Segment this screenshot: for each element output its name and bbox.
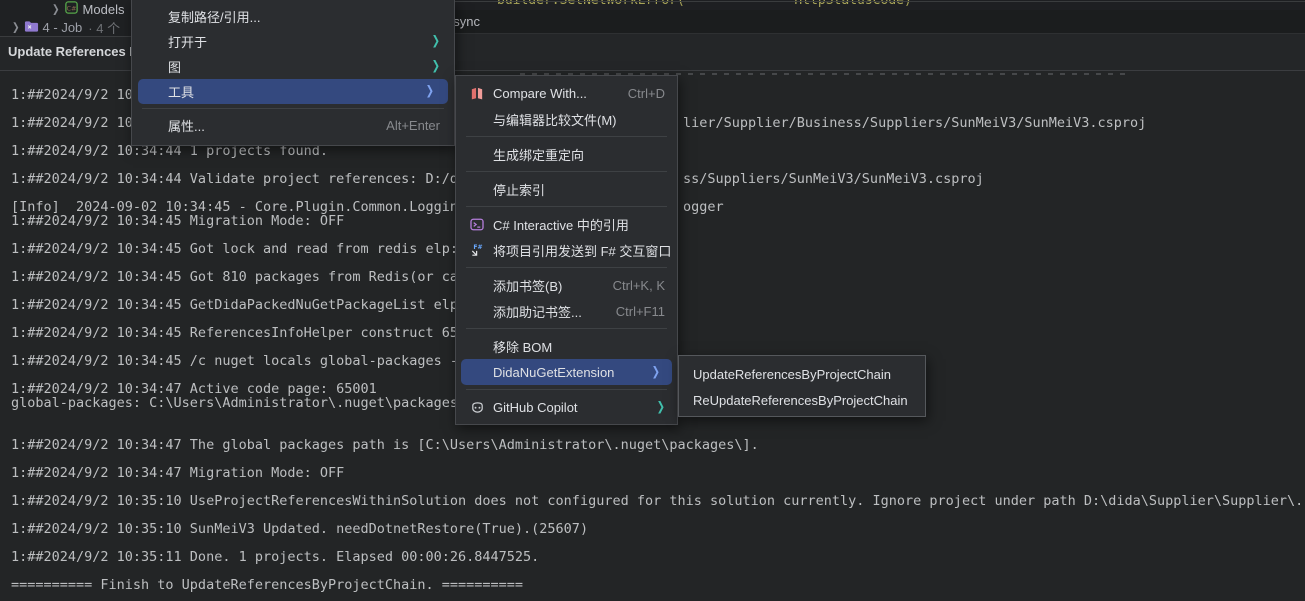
menu-item-stop-indexing[interactable]: 停止索引 [456, 176, 677, 202]
log-line-text: 1:##2024/9/2 10:34:45 Got lock and read … [11, 241, 458, 257]
menu-item-add-mnemonic-bookmark[interactable]: 添加助记书签... Ctrl+F11 [456, 298, 677, 324]
menu-item-label: 工具 [168, 82, 194, 101]
log-line: 1:##2024/9/2 10:35:10 SunMeiV3 Updated. … [0, 521, 1305, 537]
menu-item-label: 图 [168, 57, 181, 76]
menu-item-properties[interactable]: 属性... Alt+Enter [132, 113, 454, 138]
menu-item-label: GitHub Copilot [493, 400, 578, 415]
csharp-project-icon: C# [64, 0, 79, 18]
github-copilot-icon [468, 399, 486, 415]
menu-item-shortcut: Ctrl+K, K [613, 278, 665, 293]
log-line-text: 1:##2024/9/2 10:34:45 Migration Mode: OF… [11, 213, 344, 229]
menu-item-label: DidaNuGetExtension [493, 365, 614, 380]
menu-separator [466, 389, 667, 390]
menu-separator [466, 136, 667, 137]
fsharp-interactive-icon: F# [468, 242, 486, 258]
tree-item-label: Models [83, 2, 125, 17]
log-line-text: 1:##2024/9/2 10:34:44 Validate project r… [11, 171, 458, 187]
menu-separator [466, 267, 667, 268]
menu-item-generate-binding-redirects[interactable]: 生成绑定重定向 [456, 141, 677, 167]
tree-item-label: 4 - Job [43, 20, 83, 35]
menu-separator [466, 328, 667, 329]
solution-folder-icon [24, 19, 39, 36]
ide-window: 1:##2024/9/2 10:34:441:##2024/9/2 10:34:… [0, 0, 1305, 601]
log-line: 1:##2024/9/2 10:34:47 The global package… [0, 437, 1305, 453]
menu-item-shortcut: Ctrl+D [628, 86, 665, 101]
submenu-arrow-icon: ❯ [432, 60, 440, 74]
tree-item-models[interactable]: ❯ C# Models [52, 0, 124, 18]
output-panel-title[interactable]: Update References B [8, 44, 139, 59]
tree-item-count: · 4 个 [88, 18, 120, 37]
log-line-text: 1:##2024/9/2 10:34:45 ReferencesInfoHelp… [11, 325, 458, 341]
menu-item-shortcut: Alt+Enter [386, 118, 440, 133]
csharp-interactive-icon [468, 216, 486, 232]
menu-item-label: 添加助记书签... [493, 302, 582, 321]
menu-item-label: C# Interactive 中的引用 [493, 215, 629, 234]
tree-item-4-job[interactable]: ❯ 4 - Job · 4 个 [12, 18, 120, 36]
menu-item-label: 添加书签(B) [493, 276, 562, 295]
menu-item-diagram[interactable]: 图❯ [132, 54, 454, 79]
tools-submenu: Compare With... Ctrl+D 与编辑器比较文件(M) 生成绑定重定向停… [455, 75, 678, 425]
menu-item-shortcut: Ctrl+F11 [616, 304, 665, 319]
submenu-arrow-icon: ❯ [652, 365, 660, 379]
menu-item-tools[interactable]: 工具 ❯ [138, 79, 448, 104]
log-line-text: 1:##2024/9/2 10:35:10 SunMeiV3 Updated. … [11, 521, 588, 537]
editor-divider [455, 1, 1305, 2]
menu-item-label: ReUpdateReferencesByProjectChain [693, 393, 908, 408]
diff-icon [468, 85, 486, 101]
svg-text:C#: C# [66, 4, 76, 12]
log-line-text: 1:##2024/9/2 10:34:45 /c nuget locals gl… [11, 353, 458, 369]
log-line-text-continuation: lier/Supplier/Business/Suppliers/SunMeiV… [683, 115, 1146, 131]
log-line-text: 1:##2024/9/2 10:34:45 GetDidaPackedNuGet… [11, 297, 458, 313]
menu-item-copy-path-reference[interactable]: 复制路径/引用... [132, 4, 454, 29]
menu-separator [466, 171, 667, 172]
menu-item-github-copilot[interactable]: GitHub Copilot ❯ [456, 394, 677, 420]
menu-item-label: 将项目引用发送到 F# 交互窗口 [493, 241, 671, 260]
log-line-text: global-packages: C:\Users\Administrator\… [11, 395, 458, 411]
menu-item-csharp-interactive-reference[interactable]: C# Interactive 中的引用 [456, 211, 677, 237]
menu-item-label: 生成绑定重定向 [493, 145, 584, 164]
menu-item-compare-with-editor[interactable]: 与编辑器比较文件(M) [456, 106, 677, 132]
didanugetextension-submenu: UpdateReferencesByProjectChain ReUpdateRe… [678, 355, 926, 417]
menu-item-label: 停止索引 [493, 180, 545, 199]
menu-item-label: 与编辑器比较文件(M) [493, 110, 617, 129]
submenu-arrow-icon: ❯ [426, 85, 434, 99]
menu-item-send-project-reference-fsharp[interactable]: F# 将项目引用发送到 F# 交互窗口 [456, 237, 677, 263]
log-line-text-continuation: ss/Suppliers/SunMeiV3/SunMeiV3.csproj [683, 171, 984, 187]
menu-item-label: 复制路径/引用... [168, 7, 260, 26]
menu-item-label: 打开于 [168, 32, 207, 51]
submenu-arrow-icon: ❯ [657, 400, 665, 414]
context-menu: 复制路径/引用...打开于❯图❯工具❯属性...Alt+Enter [131, 0, 455, 146]
menu-separator [142, 108, 444, 109]
menu-item-label: 属性... [168, 116, 205, 135]
log-line-text: 1:##2024/9/2 10:35:11 Done. 1 projects. … [11, 549, 539, 565]
menu-separator [466, 206, 667, 207]
menu-item-didanugetextension[interactable]: DidaNuGetExtension ❯ [461, 359, 672, 385]
log-line-text: ========== Finish to UpdateReferencesByP… [11, 577, 523, 593]
log-line-text: 1:##2024/9/2 10:35:10 UseProjectReferenc… [11, 493, 1303, 509]
menu-item-add-bookmark[interactable]: 添加书签(B) Ctrl+K, K [456, 272, 677, 298]
menu-item-label: Compare With... [493, 86, 587, 101]
log-line-text: 1:##2024/9/2 10:34:47 Migration Mode: OF… [11, 465, 344, 481]
log-line-text: 1:##2024/9/2 10:34:47 The global package… [11, 437, 759, 453]
submenu-arrow-icon: ❯ [432, 35, 440, 49]
svg-text:F#: F# [473, 244, 482, 251]
menu-item-label: UpdateReferencesByProjectChain [693, 367, 891, 382]
solution-explorer: ❯ C# Models ❯ 4 - Job · 4 个 [0, 0, 131, 37]
log-line: 1:##2024/9/2 10:35:10 UseProjectReferenc… [0, 493, 1305, 509]
log-line-text: 1:##2024/9/2 10:34:45 Got 810 packages f… [11, 269, 458, 285]
log-line: ========== Finish to UpdateReferencesByP… [0, 577, 1305, 593]
log-line: 1:##2024/9/2 10:35:11 Done. 1 projects. … [0, 549, 1305, 565]
log-line: 1:##2024/9/2 10:34:47 Migration Mode: OF… [0, 465, 1305, 481]
chevron-right-icon[interactable]: ❯ [12, 20, 20, 33]
chevron-right-icon[interactable]: ❯ [52, 2, 60, 15]
menu-item-reupdate-references-by-project-chain[interactable]: ReUpdateReferencesByProjectChain [679, 387, 925, 413]
menu-item-update-references-by-project-chain[interactable]: UpdateReferencesByProjectChain [679, 361, 925, 387]
menu-item-compare-with[interactable]: Compare With... Ctrl+D [456, 80, 677, 106]
menu-item-label: 移除 BOM [493, 337, 552, 356]
menu-item-remove-bom[interactable]: 移除 BOM [456, 333, 677, 359]
menu-item-open-in[interactable]: 打开于 ❯ [132, 29, 454, 54]
